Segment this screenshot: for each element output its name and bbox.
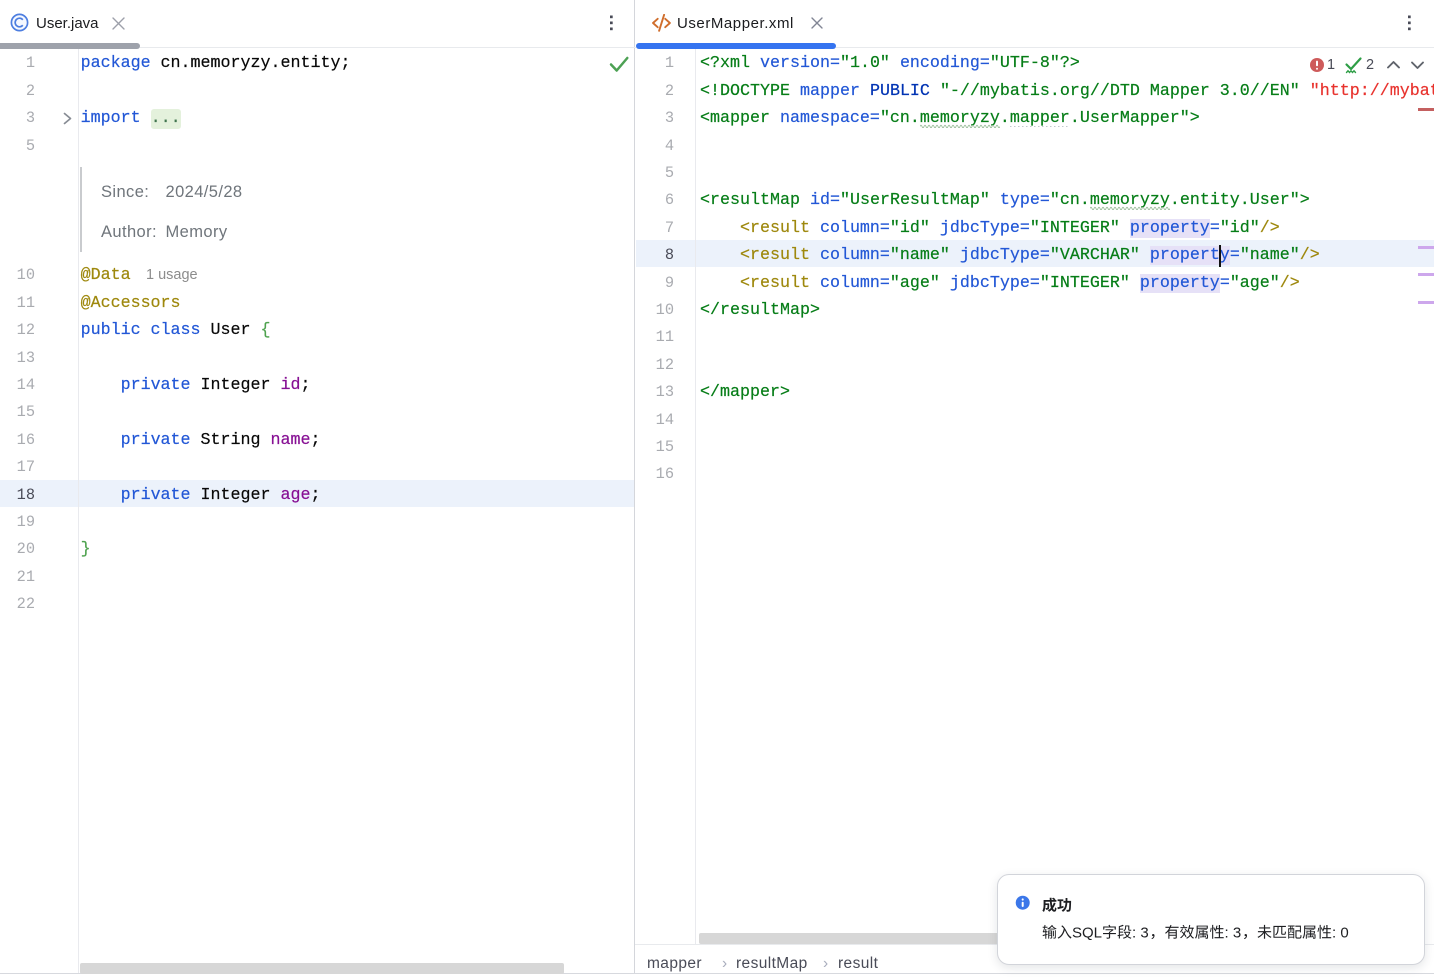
svg-text:: 3: : 3: [1132, 925, 1149, 942]
svg-text:SQL: SQL: [1072, 925, 1102, 942]
svg-text:: 0: : 0: [1332, 925, 1349, 942]
svg-text:: 3: : 3: [1225, 925, 1242, 942]
